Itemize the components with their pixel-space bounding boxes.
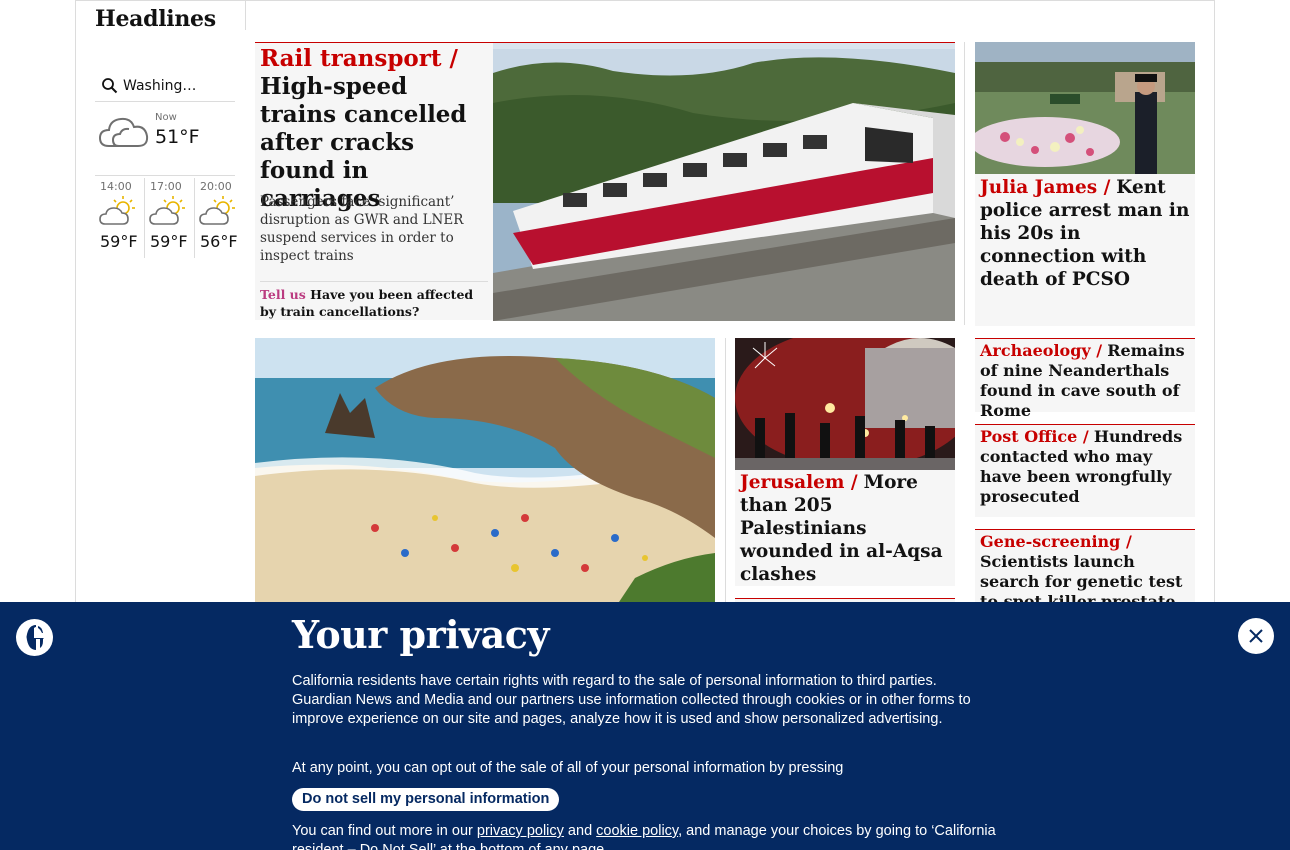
jerusalem-card[interactable]: Jerusalem / More than 205 Palestinians w… — [735, 338, 955, 586]
weather-location-text: Washing… — [123, 77, 197, 94]
forecast-slot: 14:00 59°F — [95, 178, 145, 258]
jerusalem-kicker[interactable]: Jerusalem / — [740, 472, 858, 493]
rail-headline[interactable]: High-speed trains cancelled after cracks… — [260, 73, 467, 212]
divider — [245, 0, 246, 30]
cloud-icon — [97, 112, 151, 156]
rail-story-card[interactable]: Rail transport / High-speed trains cance… — [255, 42, 955, 321]
privacy-paragraph-3: You can find out more in our privacy pol… — [292, 822, 997, 850]
privacy-paragraph-1: California residents have certain rights… — [292, 673, 971, 727]
al-aqsa-image[interactable] — [735, 338, 955, 470]
julia-headline-block[interactable]: Julia James / Kent police arrest man in … — [980, 176, 1192, 291]
gene-kicker[interactable]: Gene-screening / — [980, 532, 1132, 551]
rail-headline-block[interactable]: Rail transport / High-speed trains cance… — [260, 45, 488, 213]
weather-now-label: Now — [155, 112, 177, 123]
archaeology-card[interactable]: Archaeology / Remains of nine Neandertha… — [975, 338, 1195, 420]
memorial-image[interactable] — [975, 42, 1195, 174]
julia-kicker[interactable]: Julia James / — [980, 177, 1110, 198]
search-icon — [101, 77, 119, 95]
post-office-kicker[interactable]: Post Office / — [980, 427, 1089, 446]
forecast-temp: 59°F — [150, 232, 188, 251]
guardian-logo-icon — [16, 619, 53, 656]
archaeology-headline-block[interactable]: Archaeology / Remains of nine Neandertha… — [975, 339, 1195, 421]
beach-image-card[interactable] — [255, 338, 715, 608]
forecast-slot: 20:00 56°F — [195, 178, 245, 258]
rail-kicker[interactable]: Rail transport / — [260, 45, 458, 72]
jerusalem-headline-block[interactable]: Jerusalem / More than 205 Palestinians w… — [740, 471, 952, 586]
forecast-temp: 59°F — [100, 232, 138, 251]
beach-image[interactable] — [255, 338, 715, 608]
julia-james-card[interactable]: Julia James / Kent police arrest man in … — [975, 42, 1195, 326]
privacy-paragraph-2: At any point, you can opt out of the sal… — [292, 760, 844, 776]
p3-and: and — [563, 823, 597, 839]
forecast-temp: 56°F — [200, 232, 238, 251]
tell-us-link[interactable]: Tell us Have you been affected by train … — [260, 281, 488, 320]
post-office-card[interactable]: Post Office / Hundreds contacted who may… — [975, 424, 1195, 517]
sun-cloud-icon — [99, 194, 139, 232]
forecast-time: 17:00 — [150, 180, 182, 193]
tell-us-label: Tell us — [260, 287, 306, 302]
forecast-time: 14:00 — [100, 180, 132, 193]
column-divider — [725, 338, 726, 608]
sun-cloud-icon — [199, 194, 239, 232]
post-office-headline-block[interactable]: Post Office / Hundreds contacted who may… — [975, 425, 1195, 507]
section-title: Headlines — [95, 6, 216, 32]
train-image[interactable] — [493, 43, 955, 321]
weather-location-search[interactable]: Washing… — [95, 70, 235, 102]
privacy-title: Your privacy — [292, 612, 550, 657]
cookie-policy-link[interactable]: cookie policy — [596, 823, 678, 839]
privacy-banner: Your privacy California residents have c… — [0, 602, 1290, 850]
sun-cloud-icon — [149, 194, 189, 232]
forecast-time: 20:00 — [200, 180, 232, 193]
close-icon — [1249, 629, 1263, 643]
rail-standfirst: Passengers face ‘significant’ disruption… — [260, 194, 464, 264]
gene-headline[interactable]: Scientists launch search for genetic tes… — [980, 552, 1182, 609]
weather-now: Now 51°F — [95, 106, 235, 176]
forecast-slot: 17:00 59°F — [145, 178, 195, 258]
archaeology-kicker[interactable]: Archaeology / — [980, 341, 1102, 360]
p3-prefix: You can find out more in our — [292, 823, 477, 839]
close-button[interactable] — [1238, 618, 1274, 654]
gene-headline-block[interactable]: Gene-screening / Scientists launch searc… — [975, 530, 1195, 609]
do-not-sell-button[interactable]: Do not sell my personal information — [292, 788, 560, 811]
weather-now-temp: 51°F — [155, 126, 200, 148]
column-divider — [964, 42, 965, 325]
privacy-policy-link[interactable]: privacy policy — [477, 823, 564, 839]
weather-forecast: 14:00 59°F 17:00 59°F 20:00 56°F — [95, 178, 245, 258]
gene-screening-card[interactable]: Gene-screening / Scientists launch searc… — [975, 529, 1195, 609]
